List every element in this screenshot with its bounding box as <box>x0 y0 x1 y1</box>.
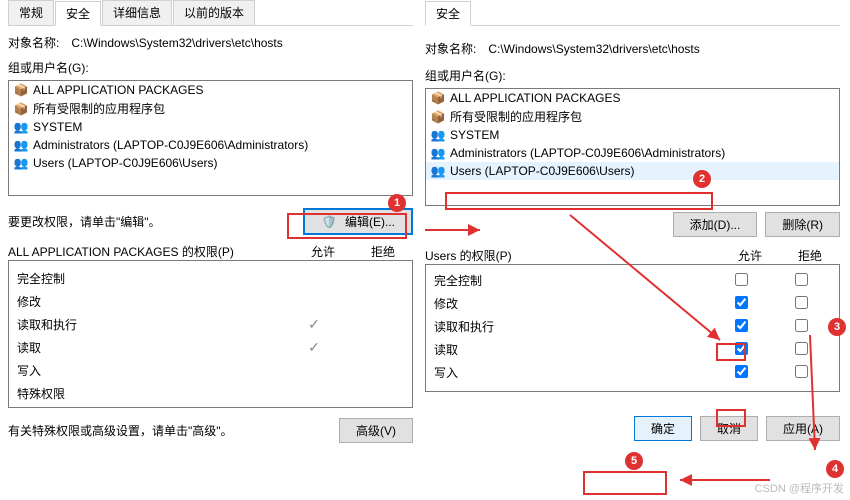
allow-checkbox[interactable] <box>735 365 748 378</box>
perm-row: 完全控制 <box>17 267 404 290</box>
allow-checkbox[interactable] <box>735 342 748 355</box>
object-path: C:\Windows\System32\drivers\etc\hosts <box>488 42 699 56</box>
shield-icon: 🛡️ <box>321 214 337 230</box>
tab-security[interactable]: 安全 <box>425 1 471 26</box>
perm-row: 写入 <box>434 361 831 384</box>
perm-name: 特殊权限 <box>17 385 284 402</box>
perm-name: 完全控制 <box>434 272 711 289</box>
perm-row: 写入 <box>17 359 404 382</box>
users-icon: 👥 <box>430 145 446 161</box>
allow-checkbox[interactable] <box>735 319 748 332</box>
cancel-button[interactable]: 取消 <box>700 416 758 441</box>
tab-security[interactable]: 安全 <box>55 1 101 26</box>
list-item[interactable]: 📦ALL APPLICATION PACKAGES <box>9 81 412 99</box>
list-item[interactable]: 👥SYSTEM <box>426 126 839 144</box>
package-icon: 📦 <box>430 90 446 106</box>
package-icon: 📦 <box>13 82 29 98</box>
perm-row: 修改 <box>17 290 404 313</box>
groups-listbox[interactable]: 📦ALL APPLICATION PACKAGES 📦所有受限制的应用程序包 👥… <box>8 80 413 196</box>
perm-name: 修改 <box>434 295 711 312</box>
perm-row: 特殊权限 <box>17 382 404 405</box>
list-item[interactable]: 📦所有受限制的应用程序包 <box>426 107 839 126</box>
perm-title: Users 的权限(P) <box>425 247 720 264</box>
perm-name: 读取 <box>17 339 284 356</box>
groups-label: 组或用户名(G): <box>8 59 413 76</box>
ok-button[interactable]: 确定 <box>634 416 692 441</box>
allow-checkbox[interactable] <box>735 296 748 309</box>
deny-header: 拒绝 <box>780 247 840 264</box>
perm-row: 修改 <box>434 292 831 315</box>
object-path: C:\Windows\System32\drivers\etc\hosts <box>71 36 282 50</box>
list-item[interactable]: 📦所有受限制的应用程序包 <box>9 99 412 118</box>
users-icon: 👥 <box>430 163 446 179</box>
deny-checkbox[interactable] <box>795 365 808 378</box>
apply-button[interactable]: 应用(A) <box>766 416 840 441</box>
groups-listbox[interactable]: 📦ALL APPLICATION PACKAGES📦所有受限制的应用程序包👥SY… <box>425 88 840 206</box>
properties-dialog-left: 常规 安全 详细信息 以前的版本 对象名称: C:\Windows\System… <box>8 0 413 451</box>
package-icon: 📦 <box>430 109 446 125</box>
users-icon: 👥 <box>13 137 29 153</box>
package-icon: 📦 <box>13 101 29 117</box>
perm-row: 读取 <box>434 338 831 361</box>
users-icon: 👥 <box>13 119 29 135</box>
perm-name: 写入 <box>17 362 284 379</box>
list-item[interactable]: 👥Administrators (LAPTOP-C0J9E606\Adminis… <box>426 144 839 162</box>
users-icon: 👥 <box>13 155 29 171</box>
allow-header: 允许 <box>720 247 780 264</box>
marker-2: 2 <box>693 170 711 188</box>
deny-header: 拒绝 <box>353 243 413 260</box>
deny-checkbox[interactable] <box>795 319 808 332</box>
perm-name: 读取和执行 <box>434 318 711 335</box>
allow-mark: ✓ <box>284 316 344 333</box>
marker-3: 3 <box>828 318 846 336</box>
highlight-ok <box>583 471 667 495</box>
users-icon: 👥 <box>430 127 446 143</box>
marker-1: 1 <box>388 194 406 212</box>
marker-4: 4 <box>826 460 844 478</box>
list-item[interactable]: 👥Administrators (LAPTOP-C0J9E606\Adminis… <box>9 136 412 154</box>
edit-hint: 要更改权限，请单击"编辑"。 <box>8 213 161 230</box>
list-item[interactable]: 👥SYSTEM <box>9 118 412 136</box>
perm-name: 读取和执行 <box>17 316 284 333</box>
perm-row: 读取和执行 ✓ <box>17 313 404 336</box>
permissions-editable: 完全控制 修改 读取和执行 读取 写入 <box>425 264 840 392</box>
perm-title: ALL APPLICATION PACKAGES 的权限(P) <box>8 243 293 260</box>
allow-header: 允许 <box>293 243 353 260</box>
perm-row: 读取 ✓ <box>17 336 404 359</box>
object-name-label: 对象名称: <box>8 34 59 51</box>
deny-checkbox[interactable] <box>795 342 808 355</box>
marker-5: 5 <box>625 452 643 470</box>
list-item[interactable]: 👥Users (LAPTOP-C0J9E606\Users) <box>9 154 412 172</box>
remove-button[interactable]: 删除(R) <box>765 212 840 237</box>
tabs: 安全 <box>425 0 840 26</box>
permissions-dialog-right: 安全 对象名称: C:\Windows\System32\drivers\etc… <box>425 0 840 441</box>
list-item[interactable]: 📦ALL APPLICATION PACKAGES <box>426 89 839 107</box>
tab-previous[interactable]: 以前的版本 <box>173 0 255 25</box>
tab-general[interactable]: 常规 <box>8 0 54 25</box>
permissions-readonly: 完全控制 修改 读取和执行 ✓ 读取 ✓ 写入 特殊权限 <box>8 260 413 408</box>
groups-label: 组或用户名(G): <box>425 67 840 84</box>
tab-details[interactable]: 详细信息 <box>102 0 172 25</box>
add-button[interactable]: 添加(D)... <box>673 212 758 237</box>
advanced-hint: 有关特殊权限或高级设置，请单击"高级"。 <box>8 422 233 439</box>
allow-checkbox[interactable] <box>735 273 748 286</box>
perm-name: 读取 <box>434 341 711 358</box>
allow-mark: ✓ <box>284 339 344 356</box>
watermark: CSDN @程序开发 <box>755 480 844 496</box>
perm-name: 修改 <box>17 293 284 310</box>
object-name-label: 对象名称: <box>425 40 476 57</box>
deny-checkbox[interactable] <box>795 296 808 309</box>
perm-row: 读取和执行 <box>434 315 831 338</box>
advanced-button[interactable]: 高级(V) <box>339 418 413 443</box>
deny-checkbox[interactable] <box>795 273 808 286</box>
edit-button[interactable]: 🛡️ 编辑(E)... <box>303 208 413 235</box>
perm-row: 完全控制 <box>434 269 831 292</box>
tabs: 常规 安全 详细信息 以前的版本 <box>8 0 413 26</box>
list-item[interactable]: 👥Users (LAPTOP-C0J9E606\Users) <box>426 162 839 180</box>
perm-name: 写入 <box>434 364 711 381</box>
perm-name: 完全控制 <box>17 270 284 287</box>
